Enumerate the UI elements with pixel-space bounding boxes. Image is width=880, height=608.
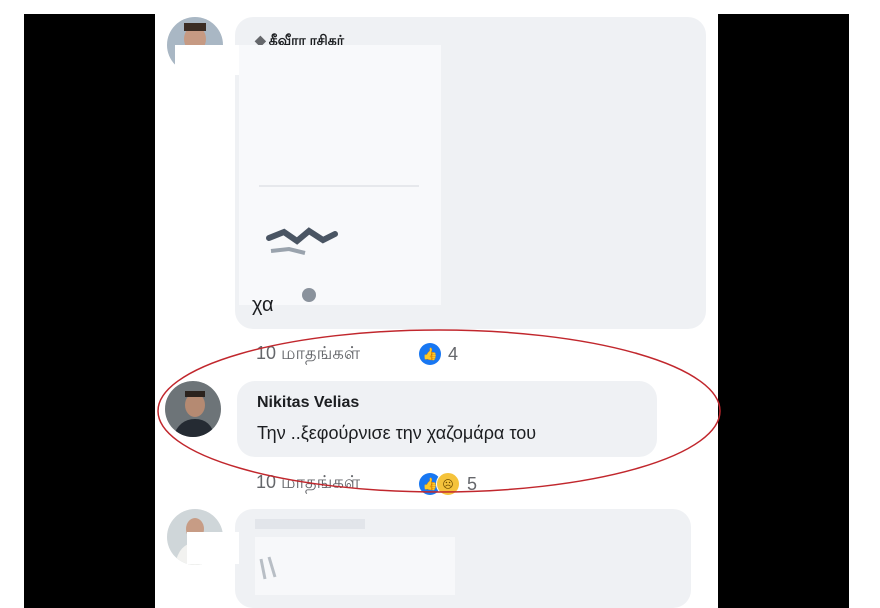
highlight-ellipse xyxy=(157,329,721,493)
redaction-patch xyxy=(187,532,239,564)
comment-feed: ◆ கீவீரா ரசிகர் χα 10 மாதங்கள் 👍 4 Nikita… xyxy=(155,0,718,608)
redaction-patch xyxy=(175,45,239,75)
letterbox-right xyxy=(718,14,849,608)
letterbox-left xyxy=(24,14,155,608)
comment-image-redacted[interactable] xyxy=(239,45,441,305)
comment-redacted xyxy=(255,517,465,602)
comment-text: χα xyxy=(252,294,274,316)
